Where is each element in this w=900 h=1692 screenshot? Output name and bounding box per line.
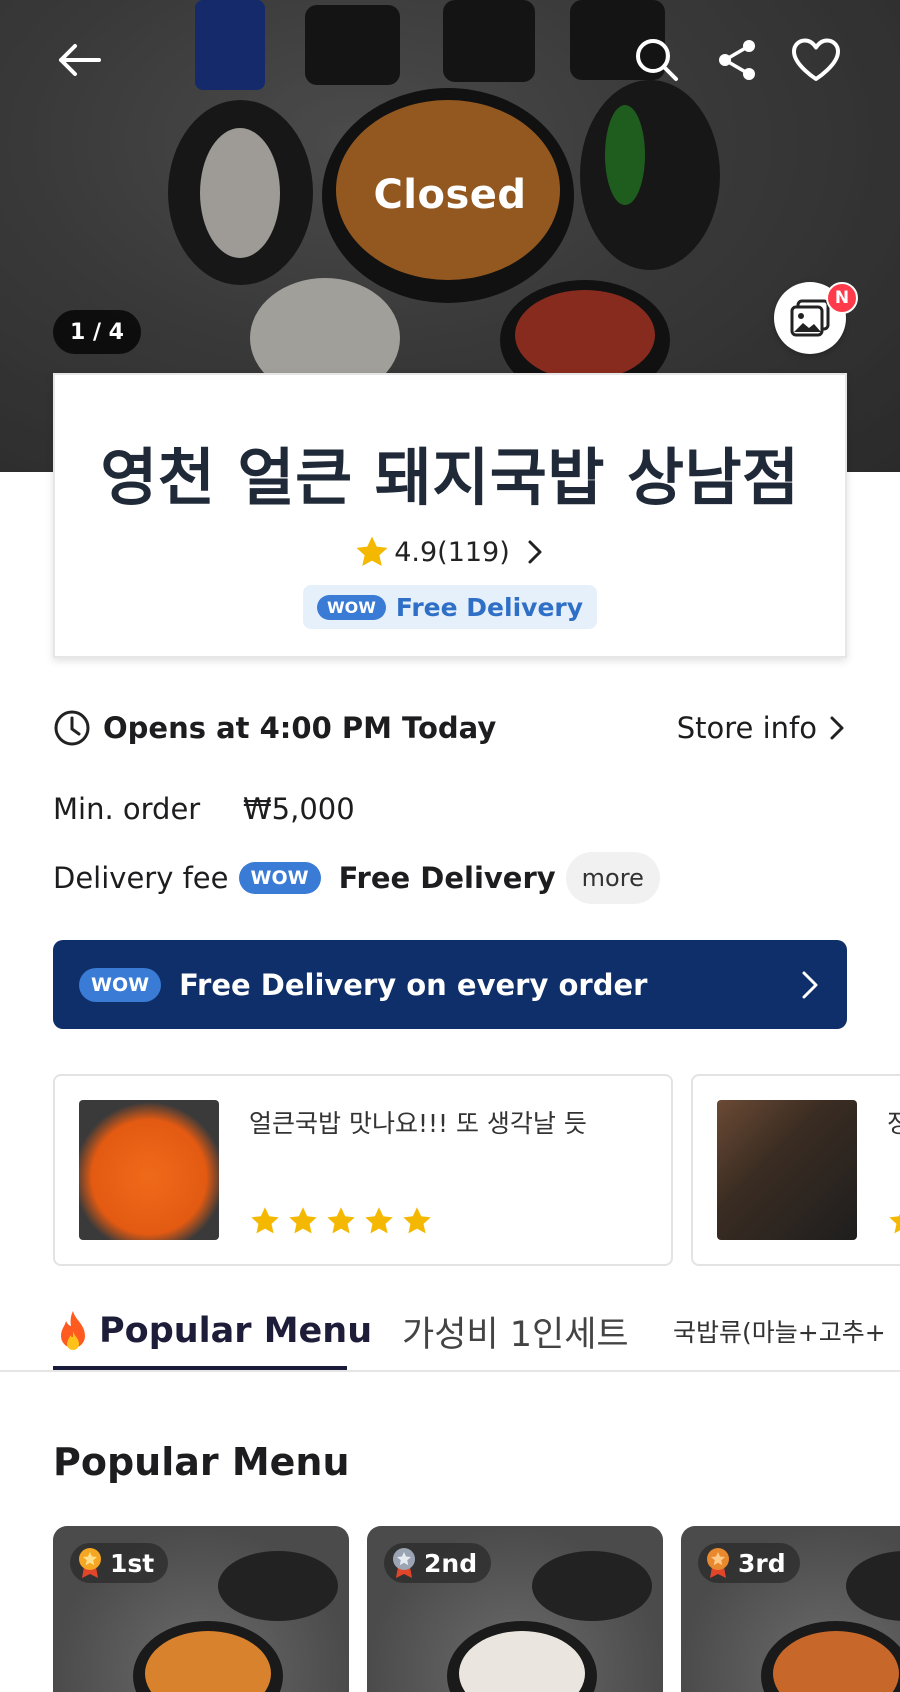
share-button[interactable] — [711, 34, 763, 86]
bronze-medal-icon — [707, 1548, 729, 1578]
chevron-right-icon — [830, 716, 844, 740]
fire-icon — [61, 1311, 85, 1350]
review-carousel[interactable]: 얼큰국밥 맛나요!!! 또 생각날 듯 정 — [53, 1074, 900, 1266]
tab-popular-menu[interactable]: Popular Menu — [53, 1290, 373, 1370]
opening-hours-text: Opens at 4:00 PM Today — [103, 711, 497, 745]
tab-label: 가성비 1인세트 — [402, 1314, 629, 1355]
rank-badge: 2nd — [384, 1543, 492, 1583]
share-icon — [719, 40, 755, 80]
popular-menu-item[interactable]: 2nd — [367, 1526, 663, 1692]
rating-value: 4.9(119) — [394, 536, 510, 568]
min-order-value: ₩5,000 — [243, 792, 355, 826]
popular-menu-carousel[interactable]: 1st 2nd 3rd — [53, 1526, 900, 1692]
menu-photo-side — [846, 1551, 900, 1621]
chevron-right-icon — [802, 971, 818, 998]
photo-counter: 1 / 4 — [53, 310, 141, 354]
search-icon — [636, 39, 678, 81]
wow-free-delivery-text: Free Delivery — [395, 592, 584, 622]
back-arrow-icon — [59, 44, 101, 76]
review-stars — [249, 1206, 433, 1236]
popular-menu-item[interactable]: 1st — [53, 1526, 349, 1692]
search-button[interactable] — [631, 34, 683, 86]
review-text: 얼큰국밥 맛나요!!! 또 생각날 듯 — [249, 1109, 587, 1138]
favorite-button[interactable] — [790, 34, 842, 86]
review-card[interactable]: 얼큰국밥 맛나요!!! 또 생각날 듯 — [53, 1074, 673, 1266]
delivery-fee-value: Free Delivery — [338, 861, 556, 895]
min-order-label: Min. order — [53, 792, 201, 826]
star-icon — [365, 1207, 393, 1234]
store-info-link[interactable]: Store info — [677, 711, 847, 745]
wow-badge: WOW — [238, 862, 321, 894]
min-order-row: Min. order ₩5,000 — [53, 792, 355, 826]
menu-category-tabs: Popular Menu 가성비 1인세트 국밥류(마늘+고추+ — [0, 1290, 900, 1372]
wow-free-delivery-tag: WOW Free Delivery — [302, 585, 598, 629]
review-text: 정 — [887, 1109, 900, 1138]
rank-label: 1st — [110, 1548, 155, 1578]
section-title-popular-menu: Popular Menu — [53, 1440, 350, 1484]
new-badge: N — [826, 282, 858, 314]
store-name: 영천 얼큰 돼지국밥 상남점 — [100, 441, 800, 514]
menu-photo-side — [532, 1551, 652, 1621]
banner-text: Free Delivery on every order — [179, 967, 648, 1002]
star-icon — [356, 536, 388, 567]
silver-medal-icon — [393, 1548, 415, 1578]
wow-free-delivery-banner[interactable]: WOW Free Delivery on every order — [53, 940, 847, 1029]
star-icon — [327, 1207, 355, 1234]
review-photo — [717, 1100, 857, 1240]
star-icon — [251, 1207, 279, 1234]
rank-label: 2nd — [424, 1548, 478, 1578]
back-button[interactable] — [53, 34, 105, 86]
wow-badge: WOW — [79, 967, 162, 1002]
gold-medal-icon — [79, 1548, 101, 1578]
review-stars — [887, 1206, 900, 1236]
heart-icon — [792, 38, 840, 81]
popular-menu-item[interactable]: 3rd — [681, 1526, 900, 1692]
active-tab-indicator — [53, 1366, 347, 1370]
chevron-right-icon — [528, 540, 542, 564]
tab-label: 국밥류(마늘+고추+ — [673, 1318, 886, 1347]
star-icon — [289, 1207, 317, 1234]
rating-link[interactable]: 4.9(119) — [55, 535, 845, 569]
clock-icon — [54, 710, 90, 746]
rank-label: 3rd — [738, 1548, 786, 1578]
delivery-fee-row: Delivery fee WOW Free Delivery more — [53, 852, 660, 904]
rank-badge: 1st — [70, 1543, 169, 1583]
rank-badge: 3rd — [698, 1543, 800, 1583]
tab-gukbap[interactable]: 국밥류(마늘+고추+ — [673, 1290, 886, 1370]
star-icon — [889, 1213, 900, 1234]
delivery-fee-more-button[interactable]: more — [565, 852, 660, 904]
review-card[interactable]: 정 — [691, 1074, 900, 1266]
hours-row: Opens at 4:00 PM Today Store info — [53, 704, 847, 752]
tab-value-set[interactable]: 가성비 1인세트 — [402, 1290, 629, 1370]
review-photo — [79, 1100, 219, 1240]
menu-photo-side — [218, 1551, 338, 1621]
closed-status-label: Closed — [373, 172, 527, 218]
tab-label: Popular Menu — [99, 1311, 373, 1351]
top-toolbar — [0, 34, 900, 86]
gallery-icon — [790, 299, 830, 337]
star-icon — [403, 1207, 431, 1234]
delivery-fee-label: Delivery fee — [53, 861, 229, 895]
store-info-label: Store info — [676, 711, 817, 745]
store-info-card: 영천 얼큰 돼지국밥 상남점 4.9(119) WOW Free Deliver… — [53, 373, 847, 658]
wow-badge: WOW — [316, 594, 386, 620]
